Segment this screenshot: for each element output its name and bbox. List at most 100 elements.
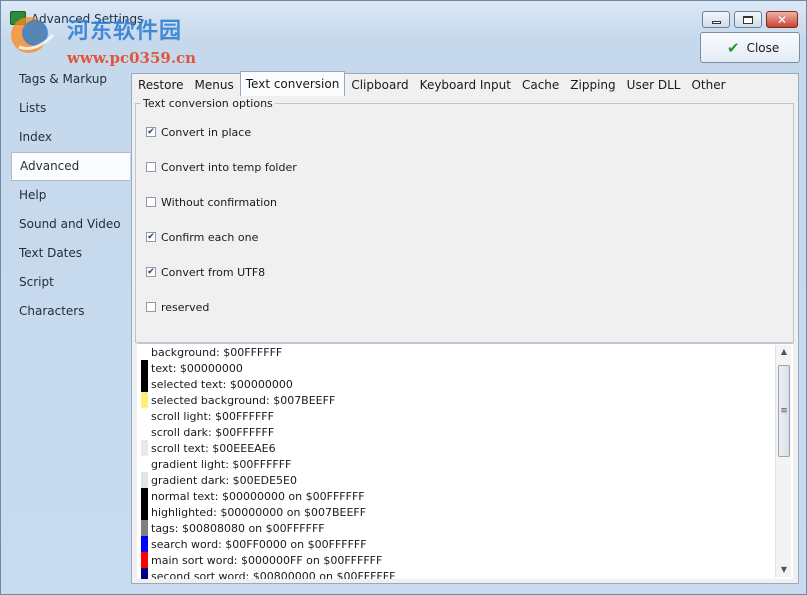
color-swatch — [141, 392, 148, 408]
checkbox[interactable] — [146, 302, 156, 312]
color-swatch — [141, 360, 148, 376]
list-item[interactable]: text: $00000000 — [141, 360, 243, 376]
sidebar-item-tags-markup[interactable]: Tags & Markup — [11, 65, 131, 94]
scrollbar[interactable]: ▲ ≡ ▼ — [775, 345, 791, 577]
settings-window: Advanced Settings 河东软件园 www.pc0359.cn ✕ … — [0, 0, 807, 595]
color-swatch — [141, 472, 148, 488]
checkbox[interactable] — [146, 197, 156, 207]
options-group-title: Text conversion options — [141, 97, 275, 110]
tab-other[interactable]: Other — [686, 74, 730, 96]
option-reserved[interactable]: reserved — [146, 300, 209, 314]
list-item[interactable]: selected text: $00000000 — [141, 376, 293, 392]
scroll-up-arrow-icon[interactable]: ▲ — [776, 345, 792, 359]
tab-keyboard-input[interactable]: Keyboard Input — [415, 74, 516, 96]
close-icon: ✕ — [776, 12, 788, 27]
option-label: Without confirmation — [161, 195, 278, 209]
tab-menus[interactable]: Menus — [190, 74, 239, 96]
color-label: scroll text: $00EEEAE6 — [151, 441, 276, 455]
checkbox[interactable]: ✔ — [146, 127, 156, 137]
minimize-button[interactable] — [702, 11, 730, 28]
close-button[interactable]: ✔ Close — [700, 32, 800, 63]
color-label: background: $00FFFFFF — [151, 345, 283, 359]
option-convert-in-place[interactable]: ✔ Convert in place — [146, 125, 251, 139]
options-group — [135, 103, 794, 343]
color-swatch — [141, 440, 148, 456]
maximize-button[interactable] — [734, 11, 762, 28]
list-item[interactable]: gradient light: $00FFFFFF — [141, 456, 291, 472]
list-item[interactable]: background: $00FFFFFF — [141, 344, 282, 360]
checkbox[interactable]: ✔ — [146, 267, 156, 277]
option-label: Convert into temp folder — [161, 160, 297, 174]
option-confirm-each[interactable]: ✔ Confirm each one — [146, 230, 258, 244]
sidebar-item-script[interactable]: Script — [11, 268, 131, 297]
list-item[interactable]: scroll dark: $00FFFFFF — [141, 424, 274, 440]
sidebar-item-advanced[interactable]: Advanced — [11, 152, 130, 181]
color-label: gradient dark: $00EDE5E0 — [151, 473, 297, 487]
color-label: scroll light: $00FFFFFF — [151, 409, 274, 423]
title-bar[interactable]: Advanced Settings — [1, 1, 806, 31]
list-item[interactable]: search word: $00FF0000 on $00FFFFFF — [141, 536, 367, 552]
color-swatch — [141, 344, 148, 360]
minimize-icon — [711, 21, 721, 24]
sidebar: Tags & Markup Lists Index Advanced Help … — [11, 65, 131, 585]
list-item[interactable]: selected background: $007BEEFF — [141, 392, 335, 408]
color-label: tags: $00808080 on $00FFFFFF — [151, 521, 325, 535]
color-swatch — [141, 408, 148, 424]
option-convert-utf8[interactable]: ✔ Convert from UTF8 — [146, 265, 265, 279]
checkbox[interactable] — [146, 162, 156, 172]
color-swatch — [141, 520, 148, 536]
scroll-down-arrow-icon[interactable]: ▼ — [776, 563, 792, 577]
window-close-button[interactable]: ✕ — [766, 11, 798, 28]
tab-user-dll[interactable]: User DLL — [622, 74, 686, 96]
sidebar-item-text-dates[interactable]: Text Dates — [11, 239, 131, 268]
list-item[interactable]: normal text: $00000000 on $00FFFFFF — [141, 488, 365, 504]
sidebar-item-sound-video[interactable]: Sound and Video — [11, 210, 131, 239]
tab-strip: Restore Menus Text conversion Clipboard … — [133, 71, 732, 96]
color-swatch — [141, 536, 148, 552]
list-item[interactable]: scroll text: $00EEEAE6 — [141, 440, 276, 456]
list-item[interactable]: tags: $00808080 on $00FFFFFF — [141, 520, 325, 536]
color-label: normal text: $00000000 on $00FFFFFF — [151, 489, 365, 503]
app-icon — [10, 11, 26, 25]
color-swatch — [141, 424, 148, 440]
list-item[interactable]: scroll light: $00FFFFFF — [141, 408, 274, 424]
option-label: Convert from UTF8 — [161, 265, 266, 279]
color-label: highlighted: $00000000 on $007BEEFF — [151, 505, 367, 519]
option-label: Convert in place — [161, 125, 252, 139]
tab-zipping[interactable]: Zipping — [565, 74, 620, 96]
color-label: search word: $00FF0000 on $00FFFFFF — [151, 537, 367, 551]
maximize-icon — [743, 15, 753, 24]
option-without-confirmation[interactable]: Without confirmation — [146, 195, 277, 209]
color-label: selected background: $007BEEFF — [151, 393, 336, 407]
sidebar-item-index[interactable]: Index — [11, 123, 131, 152]
color-label: gradient light: $00FFFFFF — [151, 457, 292, 471]
scroll-thumb[interactable]: ≡ — [778, 365, 790, 457]
checkmark-icon: ✔ — [727, 38, 740, 57]
color-swatch — [141, 488, 148, 504]
option-convert-temp-folder[interactable]: Convert into temp folder — [146, 160, 297, 174]
tab-restore[interactable]: Restore — [133, 74, 189, 96]
tab-text-conversion[interactable]: Text conversion — [239, 71, 346, 96]
color-swatch — [141, 552, 148, 568]
color-swatch — [141, 568, 148, 579]
color-label: second sort word: $00800000 on $00FFFFFF — [151, 569, 396, 580]
color-label: main sort word: $000000FF on $00FFFFFF — [151, 553, 383, 567]
list-item[interactable]: second sort word: $00800000 on $00FFFFFF — [141, 568, 395, 579]
checkbox[interactable]: ✔ — [146, 232, 156, 242]
close-button-label: Close — [746, 40, 780, 55]
option-label: reserved — [161, 300, 210, 314]
color-label: text: $00000000 — [151, 361, 243, 375]
color-swatch — [141, 504, 148, 520]
color-swatch — [141, 456, 148, 472]
color-label: selected text: $00000000 — [151, 377, 293, 391]
sidebar-item-characters[interactable]: Characters — [11, 297, 131, 326]
list-item[interactable]: highlighted: $00000000 on $007BEEFF — [141, 504, 366, 520]
tab-cache[interactable]: Cache — [517, 74, 564, 96]
sidebar-item-lists[interactable]: Lists — [11, 94, 131, 123]
tab-clipboard[interactable]: Clipboard — [346, 74, 413, 96]
sidebar-item-help[interactable]: Help — [11, 181, 131, 210]
color-list[interactable]: background: $00FFFFFF text: $00000000 sele… — [137, 343, 793, 579]
list-item[interactable]: main sort word: $000000FF on $00FFFFFF — [141, 552, 382, 568]
window-title: Advanced Settings — [31, 12, 144, 26]
list-item[interactable]: gradient dark: $00EDE5E0 — [141, 472, 297, 488]
